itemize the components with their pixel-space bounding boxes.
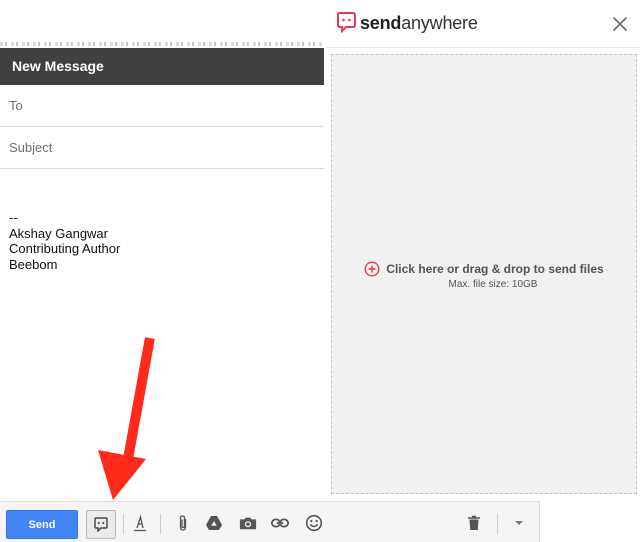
- max-file-size: Max. file size: 10GB: [448, 279, 538, 290]
- formatting-icon: [134, 514, 146, 532]
- send-button[interactable]: Send: [6, 510, 78, 539]
- trash-icon: [468, 515, 480, 530]
- signature-company: Beebom: [9, 256, 58, 272]
- link-button[interactable]: [271, 514, 289, 532]
- attach-icon: [179, 515, 187, 531]
- to-field-row: [0, 85, 324, 127]
- signature-separator: --: [9, 210, 18, 225]
- signature-role: Contributing Author: [9, 241, 121, 256]
- photo-button[interactable]: [239, 514, 257, 532]
- brand-suffix: anywhere: [401, 13, 478, 33]
- sendanywhere-button[interactable]: [86, 510, 116, 539]
- to-input[interactable]: [9, 85, 324, 126]
- subject-field-row: [0, 127, 324, 169]
- signature-name: Akshay Gangwar: [9, 225, 108, 241]
- sendanywhere-header: sendanywhere: [326, 0, 640, 48]
- compose-title: New Message: [0, 48, 324, 85]
- emoji-button[interactable]: [305, 514, 323, 532]
- more-options-button[interactable]: [510, 514, 528, 532]
- discard-button[interactable]: [465, 514, 483, 532]
- more-options-icon: [515, 521, 523, 525]
- sendanywhere-icon: [94, 517, 108, 532]
- formatting-button[interactable]: [131, 514, 149, 532]
- compose-window: New Message -- Akshay Gangwar Contributi…: [0, 0, 326, 501]
- emoji-icon: [305, 514, 323, 532]
- sendanywhere-logo-icon: [337, 12, 356, 33]
- compose-toolbar: Send: [0, 501, 540, 542]
- photo-icon: [239, 517, 257, 530]
- close-icon[interactable]: [610, 14, 630, 34]
- toolbar-separator: [160, 514, 161, 534]
- header-separator: [0, 42, 324, 46]
- message-body[interactable]: -- Akshay Gangwar Contributing Author Be…: [9, 210, 309, 272]
- drop-prompt-line: Click here or drag & drop to send files: [332, 260, 636, 278]
- drop-prompt-text: Click here or drag & drop to send files: [386, 261, 604, 276]
- file-drop-zone[interactable]: Click here or drag & drop to send files …: [331, 54, 637, 494]
- drive-button[interactable]: [205, 514, 223, 532]
- brand-prefix: send: [360, 13, 402, 33]
- toolbar-separator: [497, 514, 498, 534]
- subject-input[interactable]: [9, 127, 324, 168]
- attach-button[interactable]: [174, 514, 192, 532]
- link-icon: [271, 518, 289, 528]
- drive-icon: [206, 516, 222, 530]
- add-circle-icon: [364, 261, 380, 277]
- toolbar-separator: [123, 514, 124, 534]
- sendanywhere-brand: sendanywhere: [360, 12, 478, 34]
